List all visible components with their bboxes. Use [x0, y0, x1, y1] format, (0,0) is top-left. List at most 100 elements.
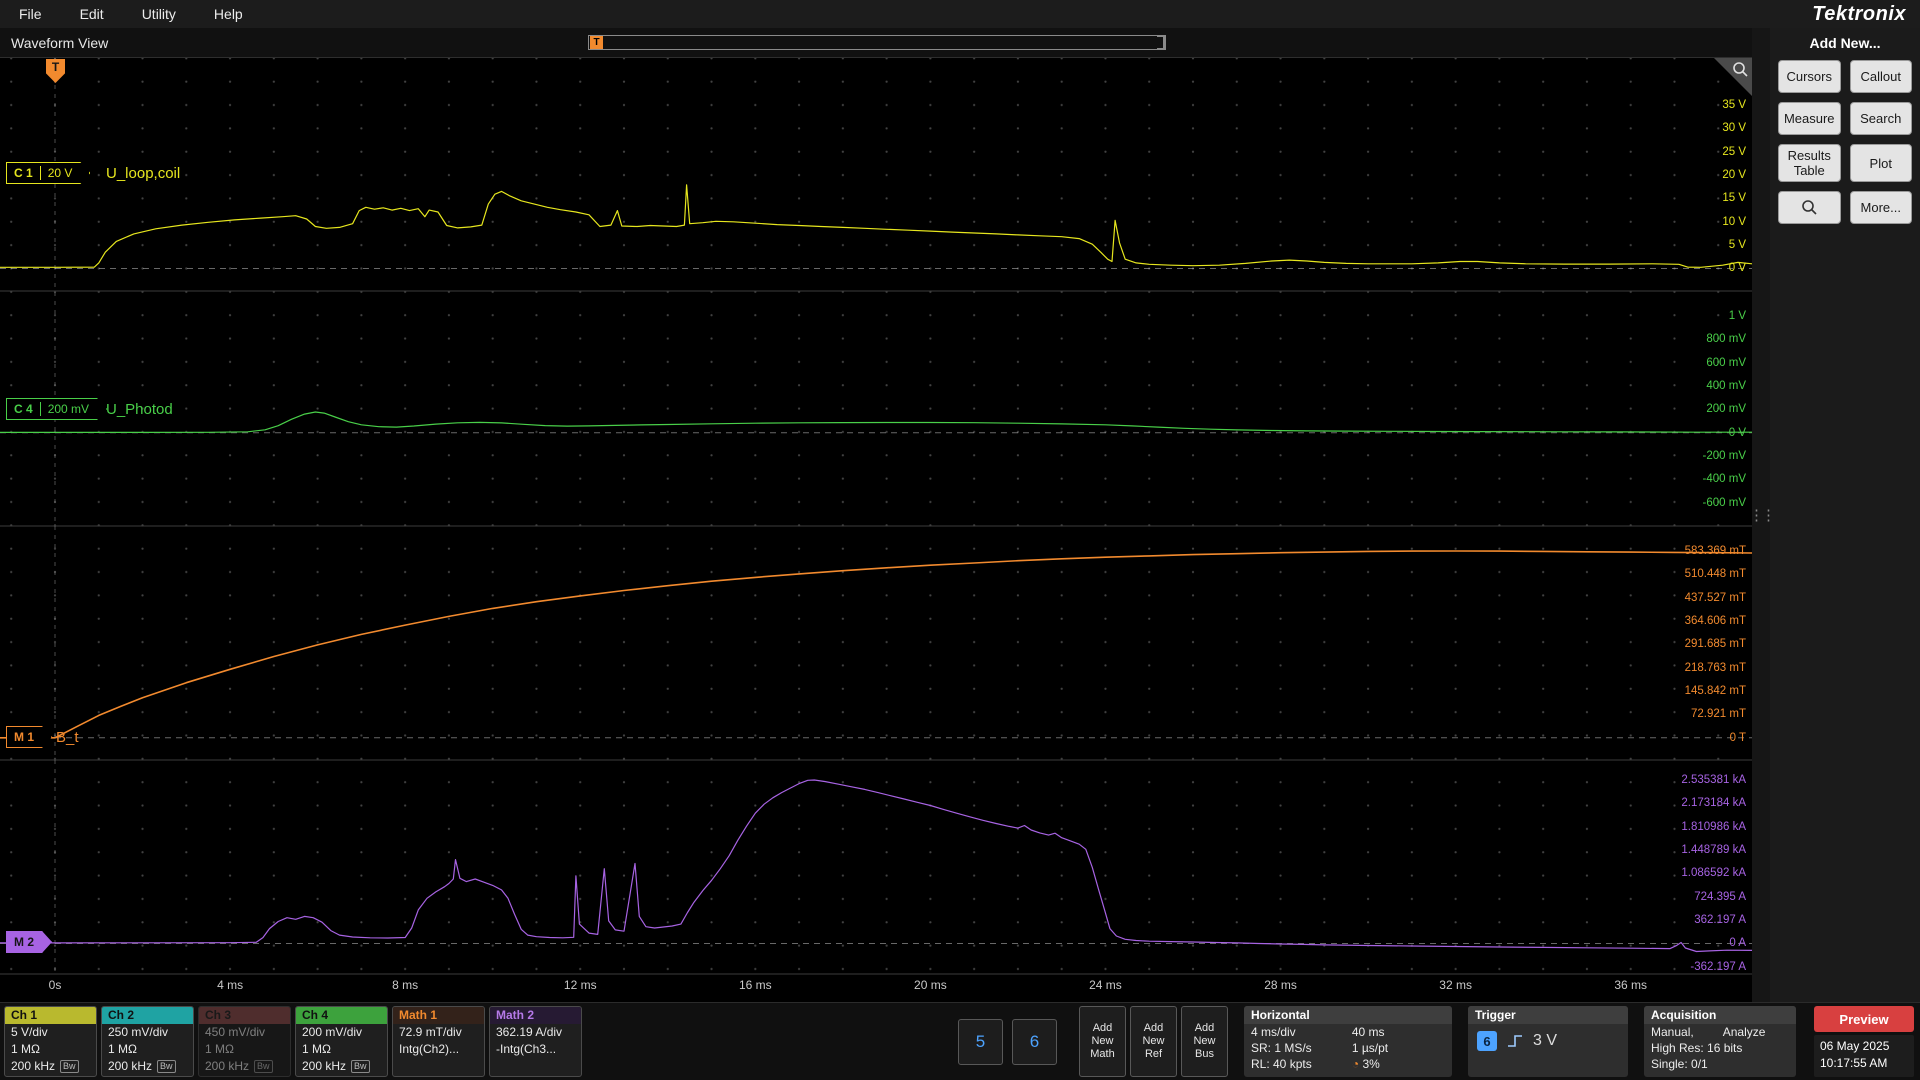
menu-utility[interactable]: Utility	[123, 0, 195, 28]
bandwidth-icon: Bw	[157, 1060, 176, 1073]
waveform-canvas	[0, 58, 1752, 975]
measure-button[interactable]: Measure	[1778, 102, 1841, 135]
channel-setting: 200 kHz Bw	[102, 1058, 193, 1075]
channel-setting: 200 mV/div	[302, 1025, 363, 1039]
channel-badge-strip: Ch 15 V/div 1 MΩ 200 kHz Bw Ch 2 250 mV/div 1 …	[4, 1006, 582, 1077]
datetime: 06 May 2025 10:17:55 AM	[1814, 1035, 1914, 1077]
add-channel-slot-6[interactable]: 6	[1012, 1018, 1057, 1065]
menu-help[interactable]: Help	[195, 0, 262, 28]
channel-setting: Intg(Ch2)...	[399, 1042, 460, 1056]
add-new-buttons: Add New Math Add New Ref Add New Bus	[1079, 1006, 1228, 1077]
trigger-level: 3 V	[1533, 1032, 1558, 1049]
channel-setting: 72.9 mT/div	[399, 1025, 462, 1039]
date-label: 06 May 2025	[1820, 1039, 1890, 1053]
channel-badge-math-2[interactable]: Math 2 362.19 A/div -Intg(Ch3...	[489, 1006, 582, 1077]
bottom-bar: Ch 15 V/div 1 MΩ 200 kHz Bw Ch 2 250 mV/div 1 …	[0, 1002, 1920, 1080]
plot-button[interactable]: Plot	[1849, 144, 1912, 182]
math2-badge-label: M 2	[14, 935, 35, 949]
add-new-ref-button[interactable]: Add New Ref	[1130, 1006, 1177, 1077]
channel-setting: 250 mV/div	[108, 1025, 169, 1039]
horizontal-panel-title: Horizontal	[1244, 1006, 1452, 1024]
cursors-button[interactable]: Cursors	[1778, 60, 1841, 93]
view-title: Waveform View	[11, 34, 109, 51]
panel-value: RL: 40 kpts	[1251, 1057, 1312, 1071]
time-label: 10:17:55 AM	[1820, 1056, 1888, 1070]
menu-bar: File Edit Utility Help Tektronix	[0, 0, 1920, 28]
channel-badge-ch-4[interactable]: Ch 4 200 mV/div 1 MΩ 200 kHz Bw	[295, 1006, 388, 1077]
magnifier-icon	[1733, 62, 1748, 77]
channel-setting: 1 MΩ	[108, 1042, 137, 1056]
channel-name: Ch 1	[5, 1007, 96, 1024]
minimap-trigger-icon[interactable]: T	[590, 36, 603, 49]
channel-setting: 200 kHz Bw	[199, 1058, 290, 1075]
bandwidth-icon: Bw	[254, 1060, 273, 1073]
channel-setting: 5 V/div	[11, 1025, 48, 1039]
add-new-header: Add New...	[1809, 35, 1881, 51]
horizontal-position-minimap[interactable]: T	[588, 35, 1166, 50]
bandwidth-icon: Bw	[60, 1060, 79, 1073]
math1-trace-label: B_t	[56, 729, 79, 746]
math1-badge-label: M 1	[14, 730, 35, 744]
channel-name: Math 2	[490, 1007, 581, 1024]
panel-value: Single: 0/1	[1651, 1057, 1708, 1071]
channel-setting: 362.19 A/div	[496, 1025, 563, 1039]
panel-value: Manual,	[1651, 1025, 1694, 1039]
channel-setting: 1 MΩ	[302, 1042, 331, 1056]
channel-setting: 200 kHz Bw	[296, 1058, 387, 1075]
channel-setting: 200 kHz Bw	[5, 1058, 96, 1075]
trigger-source-badge: 6	[1477, 1031, 1497, 1051]
horizontal-panel[interactable]: Horizontal 4 ms/div 40 ms SR: 1 MS/s 1 µs/p…	[1244, 1006, 1452, 1077]
acquisition-panel[interactable]: Acquisition Manual, Analyze High Res: 16 b…	[1644, 1006, 1796, 1077]
panel-value: 40 ms	[1351, 1025, 1385, 1039]
add-new-bus-button[interactable]: Add New Bus	[1181, 1006, 1228, 1077]
channel-name: Ch 2	[102, 1007, 193, 1024]
waveform-view-pane: Waveform View T 35 V 30 V 25 V 20 V 15 V 10 V…	[0, 28, 1752, 1002]
panel-value: 3%	[1352, 1057, 1445, 1071]
channel4-badge[interactable]: C 4 200 mV	[6, 398, 107, 420]
waveform-view-titlebar: Waveform View T	[0, 28, 1752, 58]
channel-badge-ch-3[interactable]: Ch 3 450 mV/div 1 MΩ 200 kHz Bw	[198, 1006, 291, 1077]
channel-name: Ch 4	[296, 1007, 387, 1024]
tektronix-logo: Tektronix	[1812, 2, 1906, 25]
waveform-plot[interactable]: 35 V 30 V 25 V 20 V 15 V 10 V5 V0 V1 V 800 mV 6…	[0, 58, 1752, 1002]
channel-setting: 1 MΩ	[11, 1042, 40, 1056]
panel-value: High Res: 16 bits	[1651, 1041, 1743, 1055]
results-table-button[interactable]: Results Table	[1778, 144, 1841, 182]
trigger-panel[interactable]: Trigger 6 3 V	[1468, 1006, 1628, 1077]
add-channel-slot-5[interactable]: 5	[958, 1018, 1003, 1065]
panel-value: 4 ms/div	[1251, 1025, 1296, 1039]
panel-value: SR: 1 MS/s	[1251, 1041, 1312, 1055]
channel-name: Ch 3	[199, 1007, 290, 1024]
acquisition-panel-title: Acquisition	[1644, 1006, 1796, 1024]
preview-button[interactable]: Preview	[1814, 1006, 1914, 1032]
channel1-scale: 20 V	[40, 166, 73, 180]
add-new-math-button[interactable]: Add New Math	[1079, 1006, 1126, 1077]
menu-edit[interactable]: Edit	[61, 0, 123, 28]
zoom-button[interactable]	[1778, 191, 1841, 224]
channel4-badge-label: C 4	[14, 402, 33, 416]
trigger-panel-title: Trigger	[1468, 1006, 1628, 1024]
channel-badge-ch-2[interactable]: Ch 2 250 mV/div 1 MΩ 200 kHz Bw	[101, 1006, 194, 1077]
bandwidth-icon: Bw	[351, 1060, 370, 1073]
panel-value: Analyze	[1722, 1025, 1766, 1039]
panel-value: 1 µs/pt	[1351, 1041, 1389, 1055]
search-button[interactable]: Search	[1849, 102, 1912, 135]
channel-badge-ch-1[interactable]: Ch 15 V/div 1 MΩ 200 kHz Bw	[4, 1006, 97, 1077]
channel4-scale: 200 mV	[40, 402, 89, 416]
rising-edge-icon	[1508, 1035, 1522, 1047]
channel-setting: 1 MΩ	[205, 1042, 234, 1056]
grid-dots	[0, 58, 1752, 974]
menu-file[interactable]: File	[0, 0, 61, 28]
channel-setting: -Intg(Ch3...	[496, 1042, 557, 1056]
preview-column: Preview 06 May 2025 10:17:55 AM	[1814, 1006, 1914, 1077]
channel4-trace-label: U_Photod	[106, 401, 173, 418]
channel-badge-math-1[interactable]: Math 1 72.9 mT/div Intg(Ch2)...	[392, 1006, 485, 1077]
magnifier-icon	[1802, 199, 1817, 215]
panel-splitter[interactable]: ⋮⋮	[1749, 28, 1776, 1002]
channel-name: Math 1	[393, 1007, 484, 1024]
right-panel: Add New... Cursors Callout Measure Searc…	[1770, 28, 1920, 1002]
callout-button[interactable]: Callout	[1849, 60, 1912, 93]
channel1-badge-label: C 1	[14, 166, 33, 180]
more-button[interactable]: More...	[1849, 191, 1912, 224]
channel1-badge[interactable]: C 1 20 V	[6, 162, 90, 184]
